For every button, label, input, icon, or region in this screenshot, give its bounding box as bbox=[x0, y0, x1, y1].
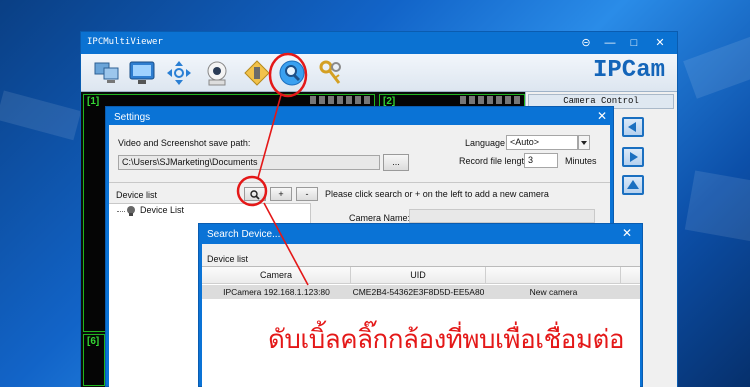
highlight-circle-search bbox=[236, 175, 268, 207]
annotation-line bbox=[257, 94, 282, 179]
highlight-circle-toolbar bbox=[268, 52, 308, 98]
annotation-line bbox=[263, 202, 309, 286]
instruction-text: ดับเบิ้ลคลิ๊กกล้องที่พบเพื่อเชื่อมต่อ bbox=[268, 325, 624, 355]
